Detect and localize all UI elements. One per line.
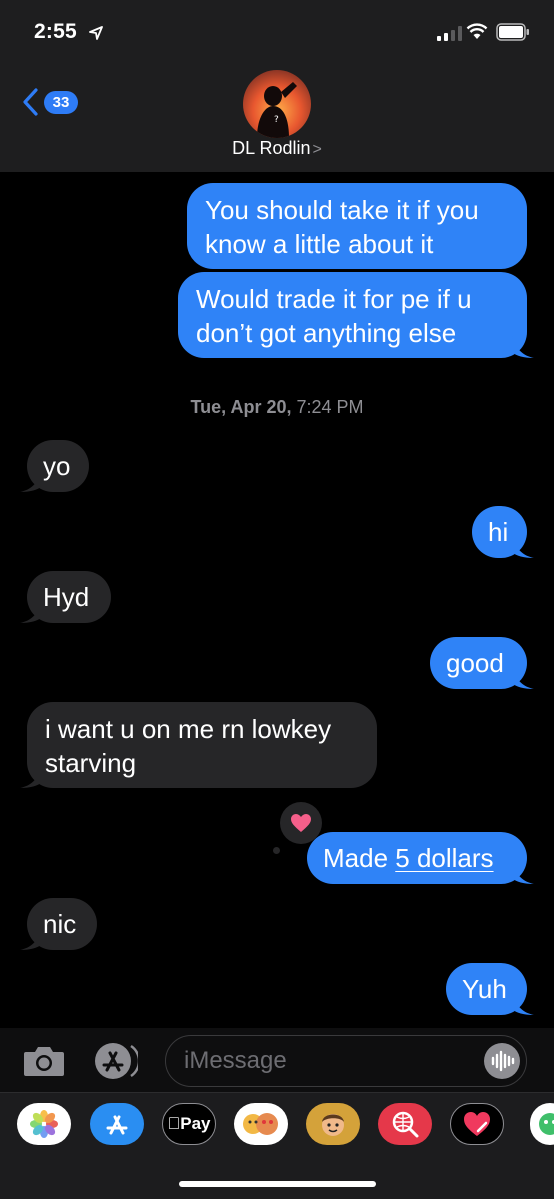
bubble-tail [512,667,534,689]
message-bubble-outgoing[interactable]: good [430,637,534,689]
message-bubble-incoming[interactable]: Hyd [20,571,111,623]
message-text: yo [43,451,71,481]
digital-touch-icon[interactable] [450,1103,504,1145]
app-store-icon[interactable] [90,1103,144,1145]
location-arrow-icon [89,26,103,40]
audio-message-button[interactable] [484,1043,520,1079]
avatar-silhouette-icon: ? [257,82,297,138]
web-search-icon[interactable] [378,1103,432,1145]
message-text: nic [43,909,77,939]
waveform-icon [491,1050,515,1072]
message-bubble-outgoing[interactable]: Yuh [446,963,534,1015]
memoji-stickers-icon[interactable] [234,1103,288,1145]
message-bubble-outgoing[interactable]: hi [472,506,534,558]
message-text: Hyd [43,582,90,612]
message-bubble-outgoing[interactable]: You should take it if you know a little … [187,183,527,269]
message-text: good [446,648,504,678]
apple-pay-label: Pay [168,1114,211,1134]
photos-flower-icon [30,1110,58,1138]
compose-bar: iMessage [0,1028,554,1092]
bubble-tail [512,336,534,358]
message-bubble-incoming[interactable]: yo [20,440,89,492]
message-thread[interactable]: You should take it if you know a little … [0,172,554,1028]
message-text: Made [323,843,396,873]
cellular-signal-icon [437,25,462,41]
message-text: hi [488,517,509,547]
contact-name-button[interactable]: DL Rodlin > [0,138,554,159]
bubble-tail [20,766,42,788]
bubble-tail [20,470,42,492]
memoji-stickers-faces-icon [243,1113,278,1135]
message-bubble-incoming[interactable]: nic [20,898,97,950]
message-text: You should take it if you know a little … [205,195,479,259]
memoji-icon[interactable] [306,1103,360,1145]
timestamp-date: Tue, Apr 20, [190,397,292,417]
tapback-dot [273,847,280,854]
svg-text:?: ? [274,115,279,125]
heart-touch-icon [464,1112,490,1136]
status-time: 2:55 [34,20,77,43]
timestamp-time: 7:24 PM [296,397,364,417]
chevron-left-icon [23,88,38,116]
timestamp: Tue, Apr 20, 7:24 PM [0,397,554,418]
conversation-header: 2:55 33 ? DL Rodlin > [0,0,554,172]
camera-icon[interactable] [22,1044,66,1078]
bubble-tail [512,993,534,1015]
bubble-tail [20,601,42,623]
heart-icon [291,814,311,832]
detected-amount-link[interactable]: 5 dollars [395,843,493,873]
chevron-right-icon: > [312,141,322,158]
message-bubble-incoming[interactable]: i want u on me rn lowkey starving [20,702,377,788]
message-bubble-outgoing[interactable]: Made 5 dollars [307,832,534,884]
contact-avatar[interactable]: ? [243,70,311,138]
bubble-tail [512,862,534,884]
wifi-icon [466,23,488,39]
back-button[interactable]: 33 [22,88,78,116]
contact-name: DL Rodlin [232,138,311,158]
battery-icon [496,23,529,41]
imessage-input[interactable]: iMessage [165,1035,527,1087]
photos-icon[interactable] [17,1103,71,1145]
message-text: i want u on me rn lowkey starving [45,714,332,778]
apple-pay-text: Pay [173,1114,210,1133]
memoji-face-icon [322,1114,344,1136]
app-store-a-icon [106,1115,128,1135]
app-store-apps-icon[interactable] [94,1042,138,1080]
message-text: Would trade it for pe if u don’t got any… [196,284,472,348]
unread-count-badge: 33 [44,90,78,114]
message-text: Yuh [462,974,507,1004]
sticker-face-icon [539,1113,554,1135]
home-indicator[interactable] [179,1181,376,1187]
apple-pay-icon[interactable]: Pay [162,1103,216,1145]
bubble-tail [512,536,534,558]
globe-search-icon [392,1111,419,1138]
more-apps-icon[interactable] [530,1103,554,1145]
bubble-tail [20,928,42,950]
message-bubble-outgoing[interactable]: Would trade it for pe if u don’t got any… [178,272,534,358]
imessage-placeholder: iMessage [184,1047,287,1074]
